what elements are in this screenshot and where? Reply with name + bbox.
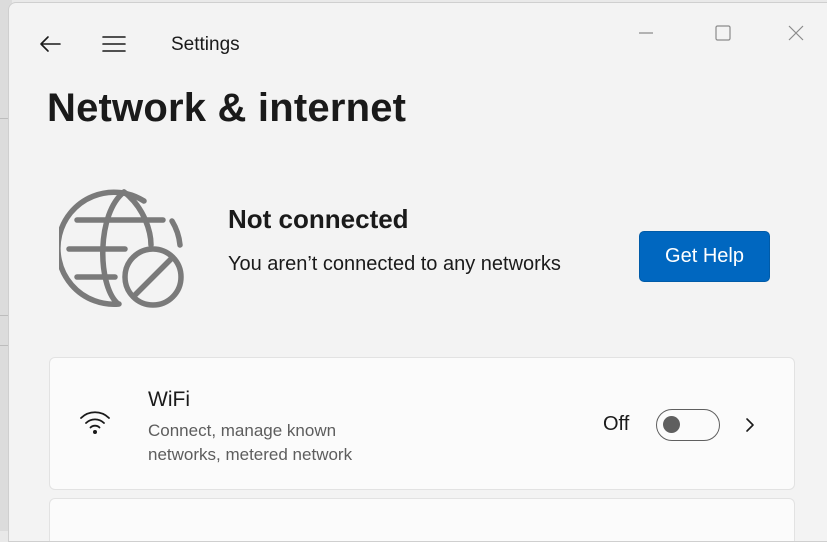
nav-menu-button[interactable] (99, 29, 129, 59)
globe-blocked-icon (59, 189, 184, 308)
maximize-icon (715, 25, 731, 41)
toggle-knob (663, 416, 680, 433)
close-button[interactable] (776, 17, 816, 49)
back-arrow-icon (40, 36, 61, 52)
wifi-settings-card[interactable]: WiFi Connect, manage known networks, met… (49, 357, 795, 490)
minimize-button[interactable] (626, 17, 666, 49)
page-title: Network & internet (47, 86, 407, 130)
close-icon (788, 25, 804, 41)
wifi-icon (80, 411, 110, 434)
maximize-button[interactable] (703, 17, 743, 49)
wifi-toggle-state-label: Off (603, 413, 630, 435)
connection-status-subtitle: You aren’t connected to any networks (228, 253, 561, 275)
wifi-title: WiFi (148, 388, 190, 411)
wifi-description: Connect, manage known networks, metered … (148, 421, 353, 464)
app-title: Settings (171, 34, 240, 55)
minimize-icon (639, 32, 653, 34)
next-settings-card[interactable] (49, 498, 795, 541)
title-bar: Settings (9, 3, 827, 83)
wifi-open-button[interactable] (738, 413, 762, 437)
settings-window: Settings Network & internet Not connecte… (8, 2, 827, 542)
get-help-button[interactable]: Get Help (639, 231, 770, 282)
connection-status-title: Not connected (228, 204, 409, 234)
hamburger-menu-icon (102, 36, 126, 52)
back-button[interactable] (35, 29, 65, 59)
wifi-toggle-switch[interactable] (656, 409, 720, 441)
chevron-right-icon (746, 418, 754, 432)
